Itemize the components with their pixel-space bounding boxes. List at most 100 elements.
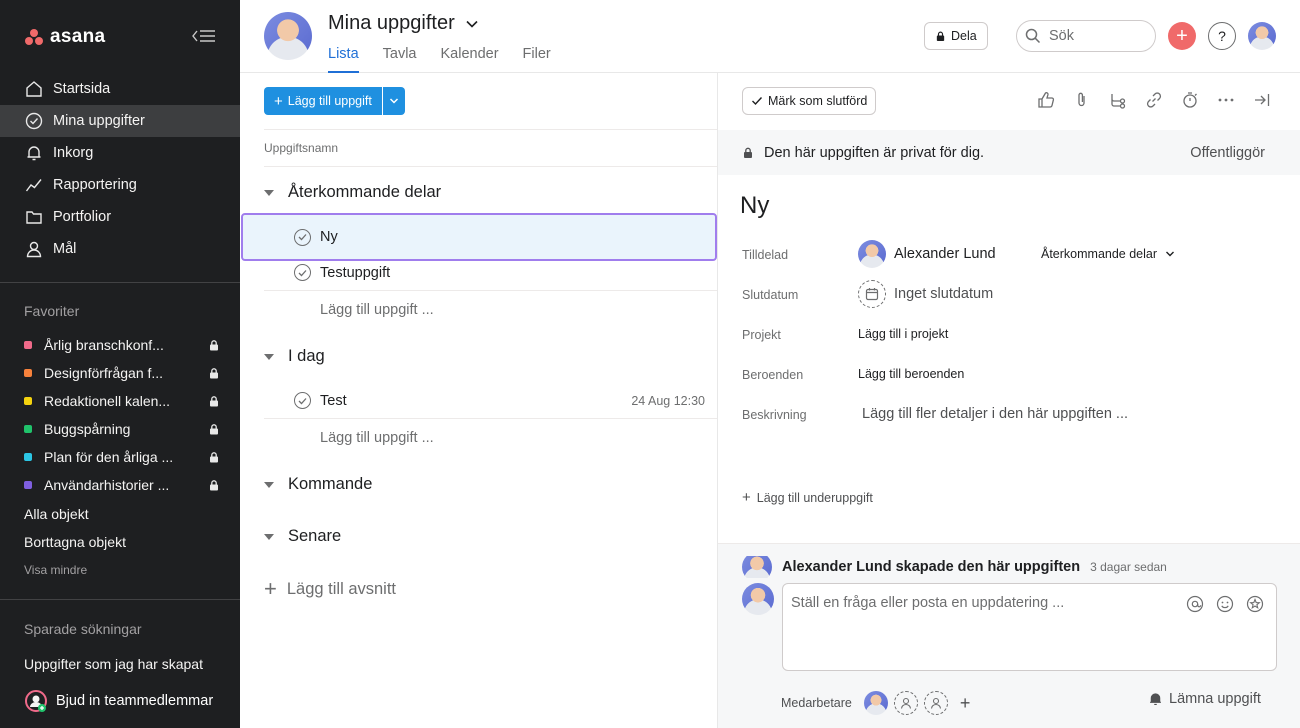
like-icon[interactable] <box>1036 90 1056 110</box>
due-date-field[interactable]: Inget slutdatum <box>858 280 993 308</box>
sidebar-item-home[interactable]: Startsida <box>0 73 240 105</box>
favorite-label: Designförfrågan f... <box>44 365 164 381</box>
add-collaborator-plus-icon[interactable]: + <box>960 693 971 714</box>
page-title[interactable]: Mina uppgifter <box>328 12 479 35</box>
close-pane-icon[interactable] <box>1252 90 1272 110</box>
search-input[interactable]: Sök <box>1016 20 1156 52</box>
subtask-icon[interactable] <box>1108 90 1128 110</box>
favorites-title: Favoriter <box>24 303 80 319</box>
comment-input[interactable]: Ställ en fråga eller posta en uppdaterin… <box>782 583 1277 671</box>
favorite-item[interactable]: Användarhistorier ... <box>24 471 220 499</box>
dependencies-label: Beroenden <box>742 368 804 382</box>
assignee-field[interactable]: Alexander Lund <box>858 240 996 268</box>
deleted-objects-link[interactable]: Borttagna objekt <box>24 534 126 550</box>
show-less-link[interactable]: Visa mindre <box>24 563 87 577</box>
favorite-label: Buggspårning <box>44 421 131 437</box>
add-subtask-button[interactable]: + Lägg till underuppgift <box>742 489 873 506</box>
sidebar-item-label: Startsida <box>53 81 111 97</box>
add-task-menu-button[interactable] <box>382 87 405 115</box>
add-task-inline[interactable]: Lägg till uppgift ... <box>320 430 434 446</box>
section-title: Återkommande delar <box>288 183 442 201</box>
sidebar-item-reporting[interactable]: Rapportering <box>0 169 240 201</box>
favorite-item[interactable]: Designförfrågan f... <box>24 359 220 387</box>
task-row[interactable]: Ny <box>241 213 717 261</box>
user-avatar[interactable] <box>1248 22 1276 50</box>
chart-line-icon <box>24 175 44 195</box>
add-collaborator-placeholder-icon[interactable] <box>923 691 948 715</box>
home-icon <box>24 79 44 99</box>
tab-calendar[interactable]: Kalender <box>441 46 499 73</box>
task-list-pane: + Lägg till uppgift Uppgiftsnamn Återkom… <box>240 73 717 728</box>
assignee-avatar <box>858 240 886 268</box>
link-icon[interactable] <box>1144 90 1164 110</box>
column-header-task-name[interactable]: Uppgiftsnamn <box>264 129 717 167</box>
tab-files[interactable]: Filer <box>523 46 551 73</box>
section-title: Kommande <box>288 475 373 493</box>
invite-teammates-button[interactable]: Bjud in teammedlemmar <box>24 689 213 713</box>
star-icon[interactable] <box>1246 595 1264 613</box>
favorite-item[interactable]: Årlig branschkonf... <box>24 331 220 359</box>
sidebar-item-goals[interactable]: Mål <box>0 233 240 265</box>
description-field[interactable]: Lägg till fler detaljer i den här uppgif… <box>862 406 1128 422</box>
plus-icon: + <box>264 576 277 601</box>
comment-avatar <box>742 583 774 615</box>
sidebar-item-label: Inkorg <box>53 145 94 161</box>
publish-button[interactable]: Offentliggör <box>1190 145 1265 161</box>
section-header[interactable]: Senare <box>264 527 341 546</box>
check-circle-icon <box>24 111 44 131</box>
emoji-icon[interactable] <box>1216 595 1234 613</box>
leave-task-label: Lämna uppgift <box>1169 691 1261 707</box>
collaborator-avatar[interactable] <box>863 691 888 715</box>
add-task-inline[interactable]: Lägg till uppgift ... <box>320 302 434 318</box>
chevron-down-icon <box>389 98 398 104</box>
add-dependencies-button[interactable]: Lägg till beroenden <box>858 367 964 381</box>
sidebar-item-label: Mina uppgifter <box>53 113 145 129</box>
tab-list[interactable]: Lista <box>328 46 359 73</box>
more-options-icon[interactable] <box>1216 90 1236 110</box>
all-objects-link[interactable]: Alla objekt <box>24 506 89 522</box>
section-header[interactable]: I dag <box>264 347 325 366</box>
section-header[interactable]: Kommande <box>264 475 372 494</box>
search-icon <box>1025 28 1041 44</box>
section-title: Senare <box>288 527 342 545</box>
asana-logo[interactable]: asana <box>24 26 105 48</box>
add-section-button[interactable]: + Lägg till avsnitt <box>264 578 396 600</box>
logo-text: asana <box>50 26 106 47</box>
lock-icon <box>210 424 218 435</box>
timer-icon[interactable] <box>1180 90 1200 110</box>
task-row[interactable]: Testuppgift <box>264 255 717 291</box>
collapse-triangle-icon <box>264 353 274 360</box>
complete-checkbox-icon[interactable] <box>294 392 311 409</box>
favorite-item[interactable]: Plan för den årliga ... <box>24 443 220 471</box>
collapse-sidebar-button[interactable] <box>190 26 218 46</box>
favorite-item[interactable]: Buggspårning <box>24 415 220 443</box>
mark-complete-button[interactable]: Märk som slutförd <box>742 87 877 115</box>
tab-board[interactable]: Tavla <box>383 46 417 73</box>
complete-checkbox-icon[interactable] <box>294 264 311 281</box>
leave-task-button[interactable]: Lämna uppgift <box>1148 691 1261 707</box>
favorite-item[interactable]: Redaktionell kalen... <box>24 387 220 415</box>
add-to-project-button[interactable]: Lägg till i projekt <box>858 327 948 341</box>
detail-toolbar <box>1036 90 1272 110</box>
folder-icon <box>24 207 44 227</box>
project-color-dot <box>24 453 32 461</box>
complete-checkbox-icon[interactable] <box>294 228 311 246</box>
attachment-icon[interactable] <box>1072 90 1092 110</box>
quick-add-button[interactable]: + <box>1168 22 1196 50</box>
sidebar-item-label: Portfolior <box>53 209 112 225</box>
add-collaborator-placeholder-icon[interactable] <box>893 691 918 715</box>
task-title[interactable]: Ny <box>740 192 769 220</box>
mention-icon[interactable] <box>1186 595 1204 613</box>
collapse-triangle-icon <box>264 189 274 196</box>
add-task-button[interactable]: + Lägg till uppgift <box>264 87 382 115</box>
saved-search-item[interactable]: Uppgifter som jag har skapat <box>24 656 203 672</box>
sidebar-item-inbox[interactable]: Inkorg <box>0 137 240 169</box>
section-header[interactable]: Återkommande delar <box>264 183 441 202</box>
sidebar-item-my-tasks[interactable]: Mina uppgifter <box>0 105 240 137</box>
share-button[interactable]: Dela <box>924 22 988 50</box>
sidebar-item-portfolios[interactable]: Portfolior <box>0 201 240 233</box>
task-row[interactable]: Test 24 Aug 12:30 <box>264 383 717 419</box>
page-avatar <box>264 12 312 60</box>
help-button[interactable]: ? <box>1208 22 1236 50</box>
section-dropdown[interactable]: Återkommande delar <box>1041 247 1175 261</box>
